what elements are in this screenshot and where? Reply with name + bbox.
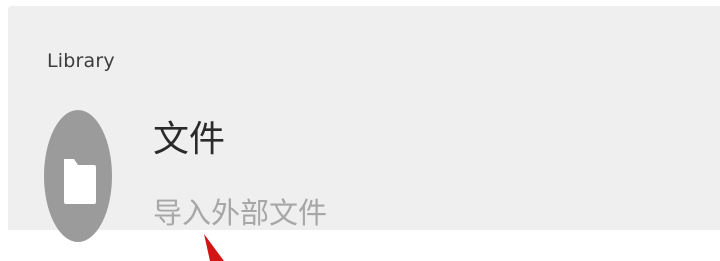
library-item-files[interactable]: 文件 导入外部文件 xyxy=(38,104,438,254)
mouse-pointer-icon xyxy=(204,234,224,261)
item-title: 文件 xyxy=(153,119,226,160)
folder-icon xyxy=(64,159,96,204)
folder-avatar xyxy=(44,110,112,242)
section-title: Library xyxy=(47,50,115,72)
item-subtitle: 导入外部文件 xyxy=(153,196,328,230)
library-panel: Library 文件 导入外部文件 xyxy=(8,6,720,242)
